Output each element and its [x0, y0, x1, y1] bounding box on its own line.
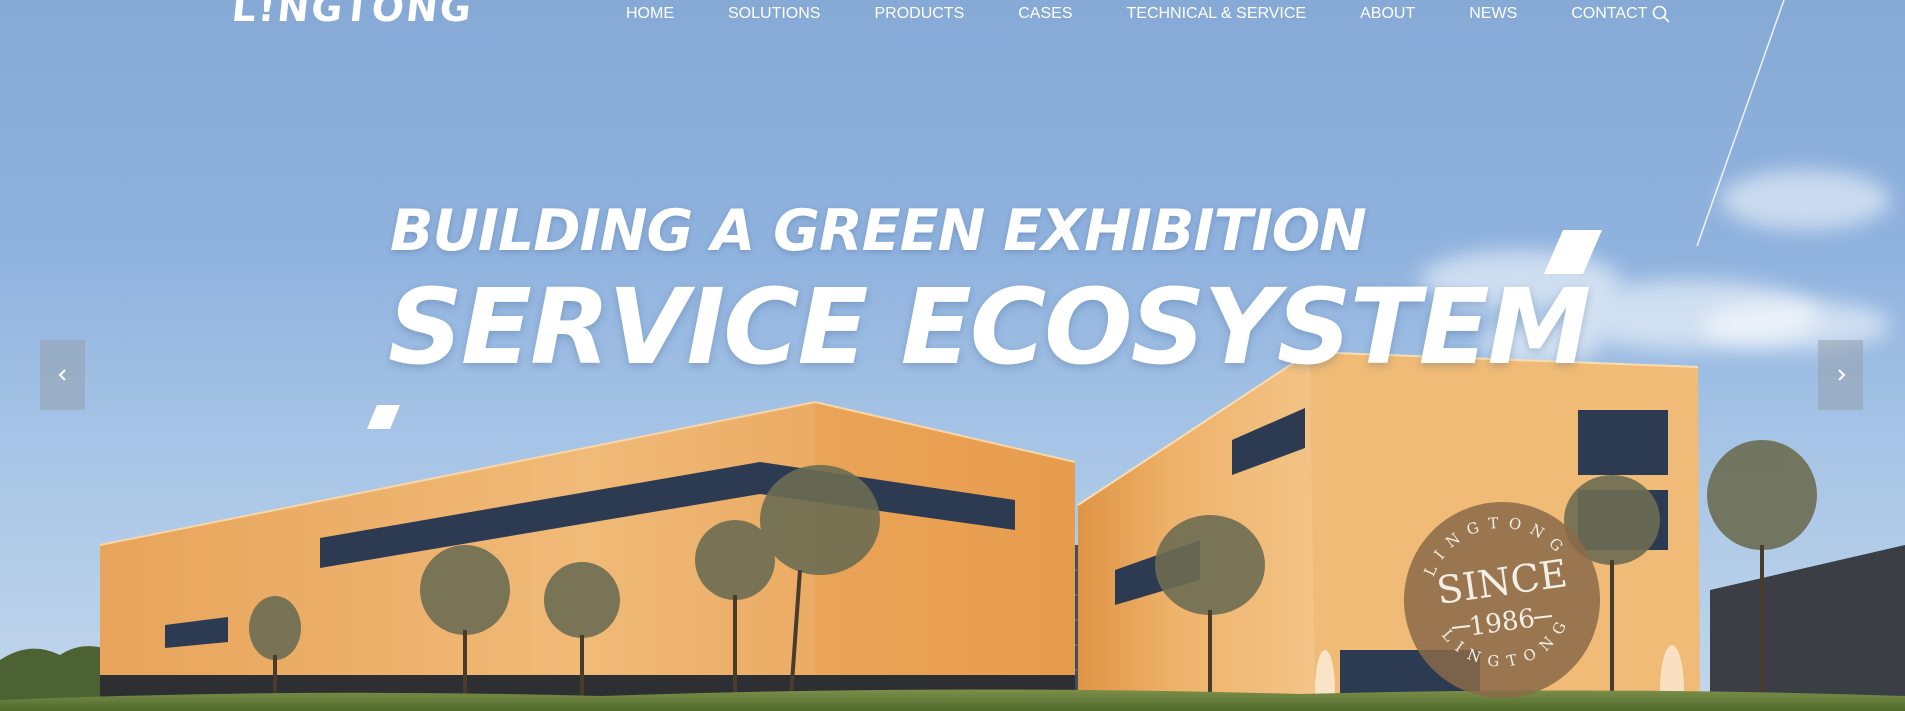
nav-solutions[interactable]: SOLUTIONS: [728, 5, 820, 23]
chevron-left-icon: [58, 369, 66, 381]
nav-technical-service[interactable]: TECHNICAL & SERVICE: [1127, 5, 1307, 23]
hero-headline-line2: SERVICE ECOSYSTEM: [388, 266, 1591, 388]
nav-products[interactable]: PRODUCTS: [874, 5, 964, 23]
hero-headline-line1: BUILDING A GREEN EXHIBITION: [390, 198, 1367, 264]
site-logo[interactable]: L!NGTONG: [230, 0, 476, 30]
since-1986-seal: LINGTONG LINGTONG SINCE 1986: [1402, 500, 1602, 700]
carousel-next-button[interactable]: [1818, 340, 1863, 410]
nav-contact[interactable]: CONTACT: [1571, 5, 1647, 23]
nav-cases[interactable]: CASES: [1018, 5, 1072, 23]
hero-banner: LINGTONG LINGTONG SINCE 1986 BUILDING A …: [0, 0, 1905, 711]
site-header: L!NGTONG HOME SOLUTIONS PRODUCTS CASES T…: [0, 0, 1905, 40]
nav-home[interactable]: HOME: [626, 5, 674, 23]
nav-about[interactable]: ABOUT: [1360, 5, 1415, 23]
nav-news[interactable]: NEWS: [1469, 5, 1517, 23]
chevron-right-icon: [1837, 369, 1845, 381]
search-icon[interactable]: [1652, 5, 1670, 23]
carousel-prev-button[interactable]: [40, 340, 85, 410]
main-nav: HOME SOLUTIONS PRODUCTS CASES TECHNICAL …: [626, 5, 1701, 23]
